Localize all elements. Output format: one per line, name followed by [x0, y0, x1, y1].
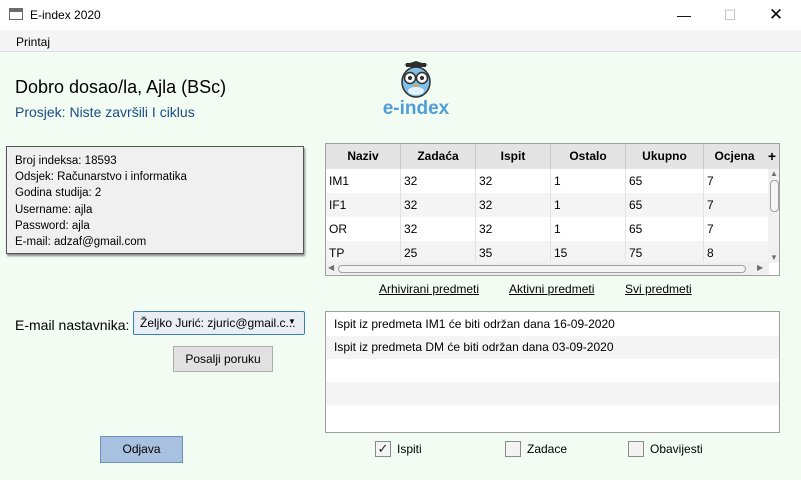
logout-button[interactable]: Odjava [100, 436, 183, 463]
username: Username: ajla [15, 203, 93, 216]
notices-checkbox[interactable] [628, 441, 644, 457]
welcome-heading: Dobro dosao/la, Ajla (BSc) [15, 77, 227, 97]
table-cell: IM1 [326, 169, 401, 193]
table-cell: 1 [551, 217, 626, 241]
window-title: E-index 2020 [30, 8, 101, 22]
table-row[interactable]: IF1 32 32 1 65 7 [326, 193, 768, 217]
column-header-ispit[interactable]: Ispit [476, 144, 551, 169]
add-column-button[interactable]: + [765, 144, 779, 169]
menu-item-printaj[interactable]: Printaj [16, 35, 50, 49]
teacher-email-select[interactable]: Željko Jurić: zjuric@gmail.c... [133, 311, 305, 335]
active-subjects-link[interactable]: Aktivni predmeti [509, 282, 594, 296]
table-cell: 7 [707, 198, 714, 212]
table-cell: 32 [476, 169, 551, 193]
table-cell: 32 [401, 193, 476, 217]
table-cell: 32 [401, 169, 476, 193]
column-header-ostalo[interactable]: Ostalo [551, 144, 626, 169]
list-item-empty [326, 359, 779, 382]
exams-checkbox[interactable]: ✓ [375, 441, 391, 457]
app-window-icon [9, 8, 23, 20]
table-cell: 65 [626, 169, 704, 193]
logo-text: e-index [382, 98, 450, 119]
table-cell: 65 [626, 217, 704, 241]
table-cell: 32 [401, 217, 476, 241]
table-cell: IF1 [326, 193, 401, 217]
list-item-empty [326, 405, 779, 428]
menu-bar [0, 30, 801, 52]
table-cell: 1 [551, 193, 626, 217]
exams-checkbox-label: Ispiti [397, 442, 422, 456]
table-cell: 7 [707, 174, 714, 188]
table-cell: 32 [476, 217, 551, 241]
study-year: Godina studija: 2 [15, 187, 102, 200]
list-item-empty [326, 382, 779, 405]
table-row[interactable]: OR 32 32 1 65 7 [326, 217, 768, 241]
password: Password: ajla [15, 219, 90, 232]
teacher-email-label: E-mail nastavnika: [15, 317, 130, 333]
grades-table[interactable]: Naziv Zadaća Ispit Ostalo Ukupno Ocjena … [325, 143, 780, 276]
table-header: Naziv Zadaća Ispit Ostalo Ukupno Ocjena … [326, 144, 779, 170]
scroll-down-icon[interactable]: ▼ [770, 253, 778, 263]
chevron-down-icon[interactable]: ▼ [288, 317, 296, 326]
student-info-panel: Broj indeksa: 18593 Odsjek: Računarstvo … [6, 146, 304, 254]
notifications-list[interactable]: Ispit iz predmeta IM1 će biti održan dan… [325, 311, 780, 433]
horizontal-scroll-thumb[interactable] [338, 265, 746, 273]
column-header-ukupno[interactable]: Ukupno [626, 144, 704, 169]
scroll-up-icon[interactable]: ▲ [770, 169, 778, 179]
table-cell: 1 [551, 169, 626, 193]
average-text: Prosjek: Niste završili I ciklus [15, 104, 195, 120]
table-cell: 32 [476, 193, 551, 217]
index-number: Broj indeksa: 18593 [15, 155, 117, 167]
scroll-left-icon[interactable]: ◀ [328, 263, 334, 273]
column-header-naziv[interactable]: Naziv [326, 144, 401, 169]
homework-checkbox-label: Zadace [527, 442, 568, 456]
column-header-ocjena[interactable]: Ocjena [704, 144, 765, 169]
department: Odsjek: Računarstvo i informatika [15, 171, 187, 184]
email: E-mail: adzaf@gmail.com [15, 236, 147, 249]
scroll-right-icon[interactable]: ▶ [757, 263, 763, 273]
all-subjects-link[interactable]: Svi predmeti [625, 282, 692, 296]
list-item[interactable]: Ispit iz predmeta DM će biti održan dana… [326, 336, 779, 359]
table-cell: 65 [626, 193, 704, 217]
table-row[interactable]: IM1 32 32 1 65 7 [326, 169, 768, 193]
table-cell: OR [326, 217, 401, 241]
homework-checkbox[interactable] [505, 441, 521, 457]
vertical-scroll-thumb[interactable] [770, 180, 779, 212]
column-header-zadaca[interactable]: Zadaća [401, 144, 476, 169]
minimize-button[interactable]: — [661, 0, 707, 30]
archived-subjects-link[interactable]: Arhivirani predmeti [379, 282, 479, 296]
send-message-button[interactable]: Posalji poruku [173, 346, 273, 372]
table-cell: 7 [707, 222, 714, 236]
notices-checkbox-label: Obavijesti [650, 442, 703, 456]
close-button[interactable]: ✕ [753, 0, 799, 30]
list-item[interactable]: Ispit iz predmeta IM1 će biti održan dan… [326, 313, 779, 336]
maximize-button[interactable]: ☐ [707, 0, 753, 30]
